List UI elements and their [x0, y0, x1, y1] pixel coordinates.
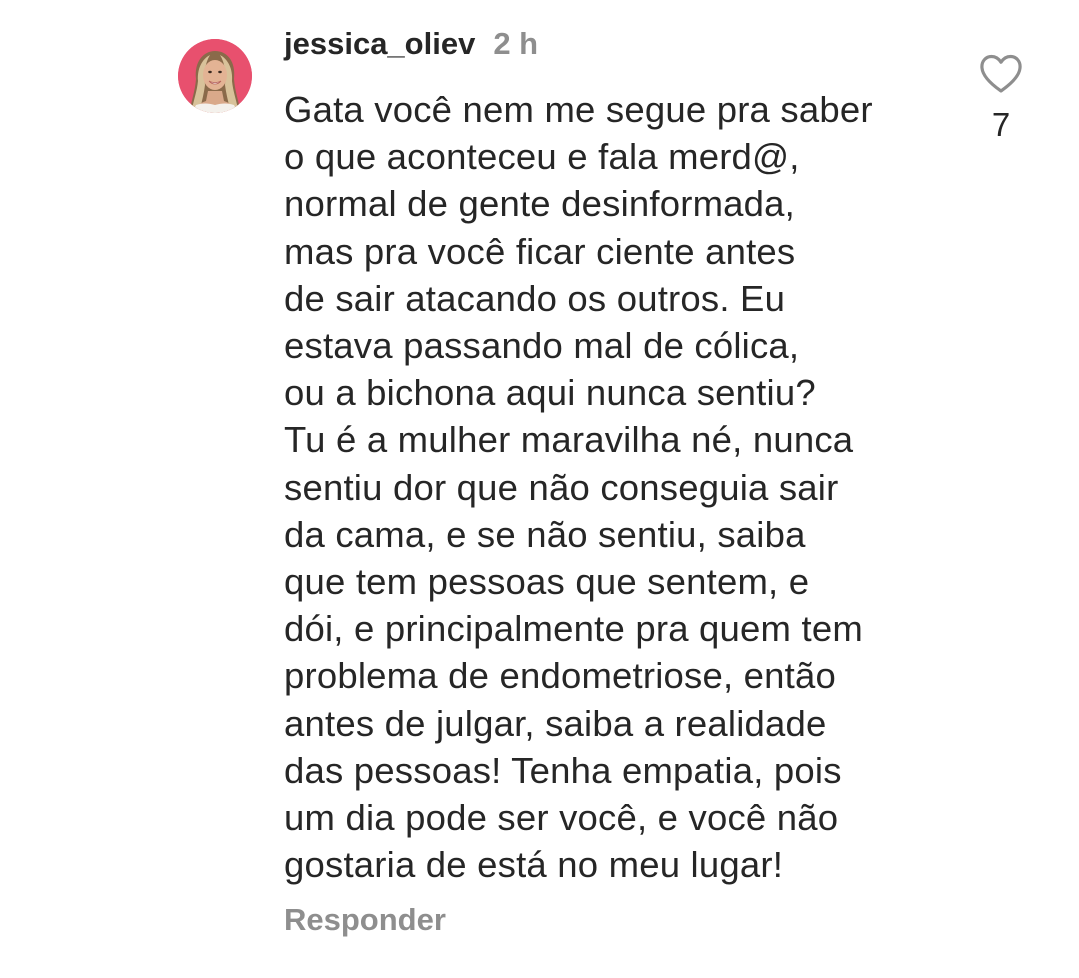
comment-line: de sair atacando os outros. Eu [284, 277, 786, 319]
comment-item: jessica_oliev 2 h Gata você nem me segue… [0, 0, 1079, 978]
comment-text: Gata você nem me segue pra saber o que a… [284, 86, 944, 888]
comment-line: normal de gente desinformada, [284, 183, 796, 225]
comment-line: que tem pessoas que sentem, e [284, 561, 810, 603]
profile-photo-icon [178, 39, 252, 113]
heart-outline-icon [980, 54, 1022, 93]
comment-line: problema de endometriose, então [284, 655, 837, 697]
comment-line: gostaria de está no meu lugar! [284, 844, 784, 886]
comment-line: o que aconteceu e fala merd@, [284, 136, 800, 178]
comment-line: dói, e principalmente pra quem tem [284, 608, 863, 650]
comment-line: estava passando mal de cólica, [284, 325, 800, 367]
like-button[interactable] [979, 54, 1023, 94]
timestamp: 2 h [493, 26, 539, 61]
comment-line: ou a bichona aqui nunca sentiu? [284, 372, 816, 414]
reply-button[interactable]: Responder [284, 902, 446, 938]
comment-line: mas pra você ficar ciente antes [284, 230, 796, 272]
comment-line: antes de julgar, saiba a realidade [284, 702, 827, 744]
comment-line: das pessoas! Tenha empatia, pois [284, 749, 842, 791]
comment-line: sentiu dor que não conseguia sair [284, 466, 839, 508]
avatar[interactable] [178, 39, 252, 113]
comment-line: Tu é a mulher maravilha né, nunca [284, 419, 854, 461]
comment-line: um dia pode ser você, e você não [284, 797, 839, 839]
like-count: 7 [991, 106, 1011, 143]
like-section: 7 [970, 54, 1032, 144]
comment-line: Gata você nem me segue pra saber [284, 89, 873, 130]
comment-line: da cama, e se não sentiu, saiba [284, 513, 806, 555]
comment-header: jessica_oliev 2 h [284, 26, 538, 70]
username[interactable]: jessica_oliev [284, 26, 475, 62]
